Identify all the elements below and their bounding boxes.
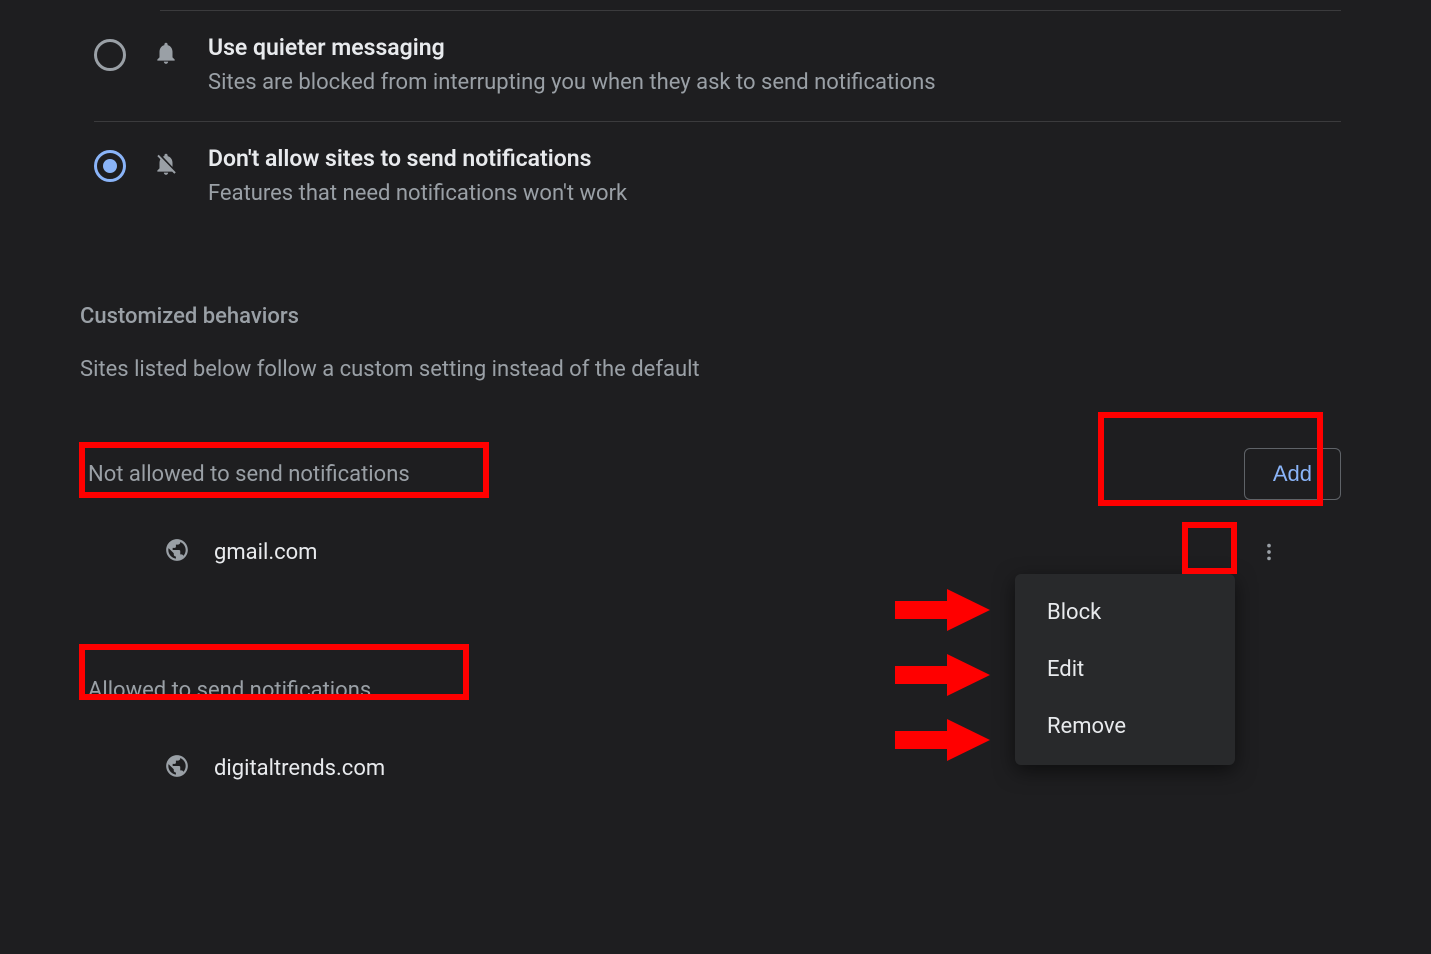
option-quieter-desc: Sites are blocked from interrupting you …: [208, 67, 1341, 99]
globe-icon: [164, 537, 190, 567]
globe-icon: [164, 753, 190, 783]
radio-unselected-icon[interactable]: [94, 39, 126, 71]
highlight-annotation: [79, 442, 489, 498]
option-block-desc: Features that need notifications won't w…: [208, 178, 1341, 210]
highlight-annotation: [1182, 522, 1237, 574]
more-actions-button[interactable]: [1251, 534, 1287, 570]
option-quieter-messaging[interactable]: Use quieter messaging Sites are blocked …: [94, 11, 1341, 122]
highlight-annotation: [1098, 412, 1323, 506]
bell-off-icon: [152, 150, 180, 178]
site-context-menu: Block Edit Remove: [1015, 574, 1235, 765]
arrow-annotation: [895, 589, 990, 631]
bell-icon: [152, 39, 180, 67]
menu-item-block[interactable]: Block: [1015, 584, 1235, 641]
arrow-annotation: [895, 719, 990, 761]
highlight-annotation: [79, 644, 469, 700]
menu-item-remove[interactable]: Remove: [1015, 698, 1235, 755]
radio-selected-icon[interactable]: [94, 150, 126, 182]
option-block-title: Don't allow sites to send notifications: [208, 144, 1341, 174]
option-quieter-title: Use quieter messaging: [208, 33, 1341, 63]
customized-heading: Customized behaviors: [80, 304, 1341, 329]
menu-item-edit[interactable]: Edit: [1015, 641, 1235, 698]
site-name-label: digitaltrends.com: [214, 756, 385, 781]
more-vert-icon: [1258, 541, 1280, 563]
site-name-label: gmail.com: [214, 540, 317, 565]
arrow-annotation: [895, 654, 990, 696]
customized-subtext: Sites listed below follow a custom setti…: [80, 357, 1341, 382]
option-block-all[interactable]: Don't allow sites to send notifications …: [94, 122, 1341, 232]
